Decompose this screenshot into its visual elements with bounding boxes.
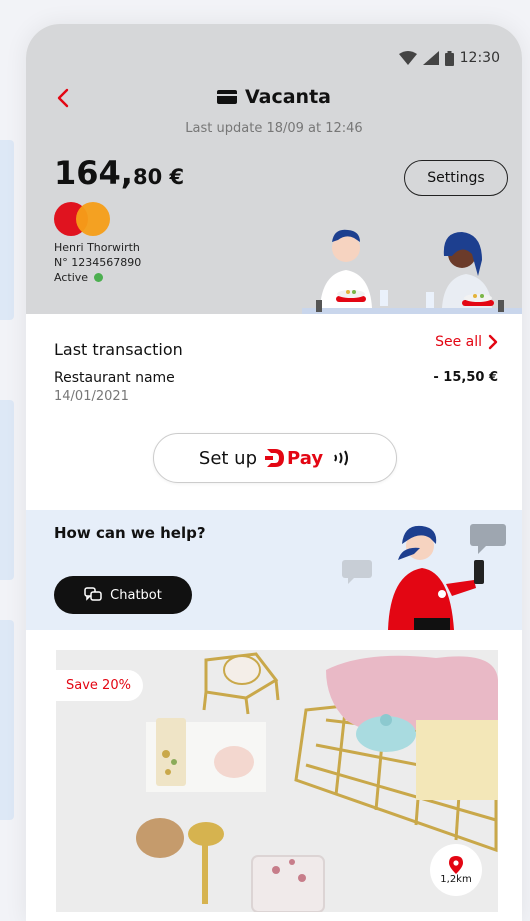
- chat-bubbles-icon: [84, 587, 102, 601]
- active-status-dot: [94, 273, 104, 282]
- card-status: Active: [54, 270, 141, 285]
- balance-decimal: 80 €: [132, 165, 185, 189]
- discount-badge: Save 20%: [56, 670, 143, 701]
- last-transaction-section: Last transaction See all Restaurant name…: [26, 314, 522, 510]
- distance-badge: 1,2km: [430, 844, 482, 896]
- offer-section: Save 20% 1,2km: [26, 630, 522, 921]
- section-title: Last transaction: [54, 340, 183, 359]
- status-time: 12:30: [459, 50, 500, 66]
- help-title: How can we help?: [54, 524, 206, 542]
- see-all-link[interactable]: See all: [435, 334, 498, 350]
- background-card: [0, 620, 14, 820]
- signal-icon: [422, 51, 439, 65]
- card-icon: [216, 90, 237, 104]
- transaction-amount: - 15,50 €: [433, 370, 498, 385]
- offer-card[interactable]: Save 20% 1,2km: [56, 650, 498, 912]
- chatbot-label: Chatbot: [110, 587, 162, 603]
- balance: 164,80 €: [54, 154, 184, 192]
- transaction-date: 14/01/2021: [54, 389, 129, 404]
- settings-button[interactable]: Settings: [404, 160, 508, 196]
- card-number: N° 1234567890: [54, 256, 142, 269]
- mastercard-logo: [54, 202, 112, 236]
- setup-pay-button[interactable]: Set up Pay: [153, 433, 397, 483]
- background-card: [0, 140, 14, 320]
- last-update: Last update 18/09 at 12:46: [185, 121, 363, 136]
- battery-icon: [444, 50, 454, 66]
- setup-label: Set up: [198, 447, 258, 469]
- pay-brand-icon: [265, 449, 285, 467]
- holder-name: Henri Thorwirth: [54, 241, 140, 254]
- help-section: How can we help? Chatbot: [26, 510, 522, 630]
- transaction-merchant: Restaurant name: [54, 370, 175, 386]
- wifi-icon: [398, 51, 417, 65]
- card-status-text: Active: [54, 271, 89, 284]
- status-bar: 12:30: [398, 50, 500, 66]
- pay-logo: Pay: [265, 447, 323, 469]
- screen: 12:30 Vacanta Last update 18/09 at 12:46…: [0, 0, 530, 921]
- card-holder-info: Henri Thorwirth N° 1234567890 Active: [54, 240, 141, 285]
- page-title-text: Vacanta: [244, 86, 331, 108]
- see-all-label: See all: [435, 334, 482, 350]
- location-pin-icon: [449, 855, 463, 874]
- support-agent-illustration: [342, 524, 506, 630]
- balance-integer: 164,: [54, 154, 133, 192]
- chevron-right-icon: [488, 334, 498, 350]
- page-title: Vacanta: [26, 86, 522, 108]
- phone-frame: 12:30 Vacanta Last update 18/09 at 12:46…: [26, 24, 522, 921]
- card-header: 12:30 Vacanta Last update 18/09 at 12:46…: [26, 24, 522, 314]
- distance-label: 1,2km: [440, 873, 472, 885]
- diners-illustration: [302, 229, 522, 314]
- contactless-icon: [334, 450, 349, 466]
- background-card: [0, 400, 14, 580]
- pay-label: Pay: [287, 447, 324, 469]
- chatbot-button[interactable]: Chatbot: [54, 576, 192, 614]
